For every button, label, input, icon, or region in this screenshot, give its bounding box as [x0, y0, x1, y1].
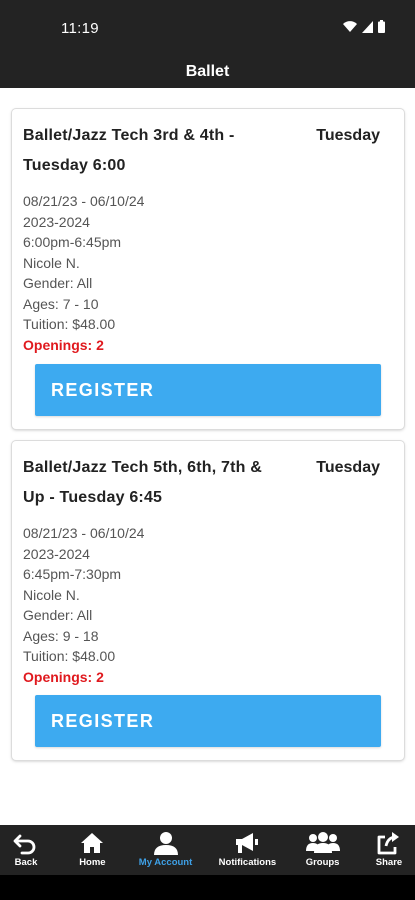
class-card: Ballet/Jazz Tech 5th, 6th, 7th & Up - Tu…: [12, 441, 404, 760]
class-card: Ballet/Jazz Tech 3rd & 4th - Tuesday 6:0…: [12, 109, 404, 429]
megaphone-icon: [236, 833, 259, 853]
home-icon: [81, 833, 104, 853]
class-title: Ballet/Jazz Tech 5th, 6th, 7th & Up - Tu…: [23, 459, 263, 506]
class-ages: Ages: 7 - 10: [23, 295, 99, 312]
class-openings: Openings: 2: [23, 336, 104, 353]
class-time: 6:00pm-6:45pm: [23, 234, 122, 250]
class-details: 08/21/23 - 06/10/24 2023-2024 6:00pm-6:4…: [23, 191, 144, 355]
class-dates: 08/21/23 - 06/10/24: [23, 193, 145, 209]
battery-icon: [378, 20, 385, 33]
nav-label: Back: [14, 857, 38, 868]
nav-label: Notifications: [218, 857, 277, 868]
class-season: 2023-2024: [23, 213, 90, 230]
class-instructor: Nicole N.: [23, 586, 80, 603]
nav-back[interactable]: Back: [6, 825, 46, 875]
app-header: Ballet: [0, 58, 415, 88]
class-gender: Gender: All: [23, 607, 93, 623]
status-time: 11:19: [61, 20, 99, 37]
class-title: Ballet/Jazz Tech 3rd & 4th - Tuesday 6:0…: [23, 127, 235, 174]
class-details: 08/21/23 - 06/10/24 2023-2024 6:45pm-7:3…: [23, 523, 144, 687]
nav-notifications[interactable]: Notifications: [218, 825, 277, 875]
class-day: Tuesday: [316, 459, 380, 476]
share-icon: [377, 832, 399, 855]
nav-label: Home: [79, 857, 106, 868]
nav-groups[interactable]: Groups: [303, 825, 343, 875]
signal-icon: [362, 20, 373, 33]
class-list: Ballet/Jazz Tech 3rd & 4th - Tuesday 6:0…: [0, 88, 415, 825]
class-tuition: Tuition: $48.00: [23, 316, 116, 332]
wifi-icon: [343, 20, 357, 32]
nav-label: Groups: [305, 857, 340, 868]
status-bar: 11:19: [0, 0, 415, 58]
class-time: 6:45pm-7:30pm: [23, 566, 122, 582]
class-dates: 08/21/23 - 06/10/24: [23, 525, 145, 541]
page-title: Ballet: [185, 63, 230, 80]
nav-label: Share: [375, 857, 403, 868]
class-day: Tuesday: [316, 127, 380, 144]
class-ages: Ages: 9 - 18: [23, 627, 99, 644]
class-season: 2023-2024: [23, 545, 90, 562]
class-openings: Openings: 2: [23, 668, 104, 685]
nav-my-account[interactable]: My Account: [139, 825, 192, 875]
register-button[interactable]: REGISTER: [35, 695, 381, 747]
class-gender: Gender: All: [23, 275, 93, 291]
account-icon: [153, 832, 178, 855]
groups-icon: [305, 832, 340, 853]
back-icon: [13, 834, 36, 855]
nav-home[interactable]: Home: [72, 825, 112, 875]
register-button[interactable]: REGISTER: [35, 364, 381, 416]
bottom-nav: Back Home My Account Notifications Group…: [0, 825, 415, 875]
nav-share[interactable]: Share: [369, 825, 409, 875]
status-icons: [343, 20, 385, 33]
class-tuition: Tuition: $48.00: [23, 648, 116, 664]
nav-label: My Account: [138, 857, 193, 868]
system-gesture-bar: [0, 875, 415, 900]
class-instructor: Nicole N.: [23, 254, 80, 271]
